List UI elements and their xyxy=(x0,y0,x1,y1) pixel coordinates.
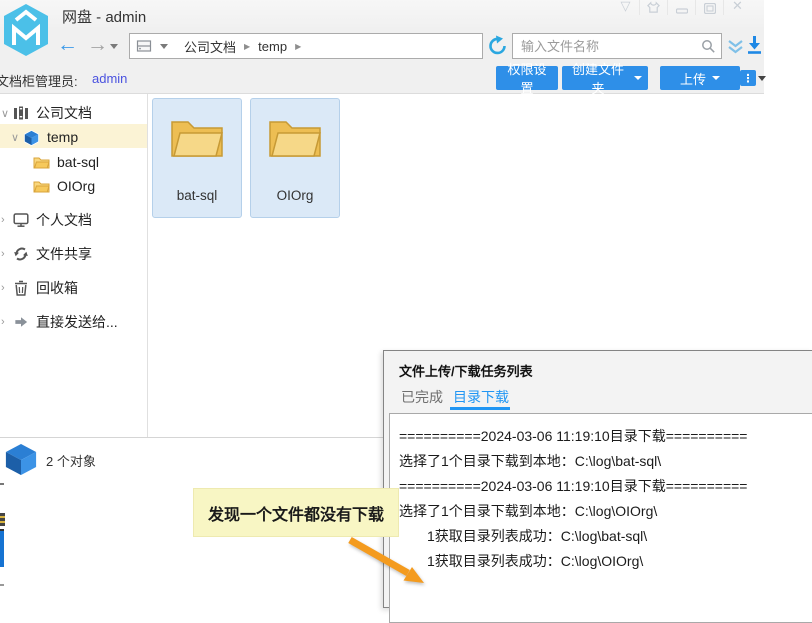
sidebar-item-file-share[interactable]: › 文件共享 xyxy=(1,244,92,264)
breadcrumb-item-root[interactable]: 公司文档 xyxy=(184,37,236,56)
tree-label: 回收箱 xyxy=(36,278,78,298)
tree-label: temp xyxy=(47,129,78,145)
sidebar-item-bat-sql[interactable]: bat-sql xyxy=(33,152,99,172)
search-icon[interactable] xyxy=(701,39,716,54)
tree-label: OIOrg xyxy=(57,178,95,194)
log-line: 选择了1个目录下载到本地：C:\log\bat-sql\ xyxy=(399,449,808,474)
sidebar-item-personal-docs[interactable]: › 个人文档 xyxy=(1,210,92,230)
tab-directory-download[interactable]: 目录下载 xyxy=(453,387,509,407)
edge-fragment xyxy=(0,483,4,485)
object-count-label: 2 个对象 xyxy=(46,451,96,470)
expander-open-icon[interactable]: ∨ xyxy=(11,131,23,144)
annotation-text: 发现一个文件都没有下载 xyxy=(208,501,384,525)
sidebar-divider xyxy=(147,94,148,438)
expand-double-chevron-icon[interactable] xyxy=(727,39,744,54)
tree-label: 公司文档 xyxy=(36,103,92,123)
tab-completed[interactable]: 已完成 xyxy=(401,387,443,407)
file-tile-oiorg[interactable]: OIOrg xyxy=(250,98,340,218)
cube-icon xyxy=(23,129,40,146)
sidebar-item-temp[interactable]: ∨ temp xyxy=(11,127,78,147)
window-title: 网盘 - admin xyxy=(62,6,146,27)
app-logo-icon xyxy=(2,3,50,57)
tree-label: 直接发送给... xyxy=(36,312,118,332)
dropdown-caret-icon xyxy=(712,76,720,80)
edge-fragment xyxy=(0,513,5,526)
folder-icon xyxy=(267,115,323,159)
breadcrumb-separator-icon: ▶ xyxy=(295,42,301,51)
window-controls: ▽ ✕ xyxy=(612,0,751,15)
tree-label: 个人文档 xyxy=(36,210,92,230)
forward-button[interactable]: → xyxy=(87,34,108,55)
more-dots-icon: ⋮ xyxy=(743,72,754,85)
window-dropdown-button[interactable]: ▽ xyxy=(612,0,640,15)
search-box xyxy=(512,33,722,59)
expander-closed-icon[interactable]: › xyxy=(1,282,13,294)
upload-button[interactable]: 上传 xyxy=(660,66,740,90)
location-drive-icon xyxy=(136,38,152,54)
sidebar-item-send-to[interactable]: › 直接发送给... xyxy=(1,312,118,332)
expander-closed-icon[interactable]: › xyxy=(1,248,13,260)
permission-settings-button[interactable]: 权限设置 xyxy=(496,66,558,90)
send-arrow-icon xyxy=(13,314,29,330)
cube-icon xyxy=(3,441,39,477)
download-tasks-icon[interactable] xyxy=(746,35,763,55)
active-tab-underline xyxy=(450,407,510,410)
forward-dropdown-caret-icon[interactable] xyxy=(110,44,118,49)
share-sync-icon xyxy=(13,246,29,262)
maximize-button[interactable] xyxy=(696,0,724,15)
file-tile-label: bat-sql xyxy=(153,188,241,203)
log-line: 选择了1个目录下载到本地：C:\log\OIOrg\ xyxy=(399,499,808,524)
library-icon xyxy=(13,105,29,121)
view-options-caret-icon[interactable] xyxy=(758,76,766,81)
monitor-icon xyxy=(13,212,29,228)
log-line: 1获取目录列表成功：C:\log\bat-sql\ xyxy=(399,524,808,549)
address-bar[interactable]: 公司文档 ▶ temp ▶ xyxy=(129,33,483,59)
log-line: ==========2024-03-06 11:19:10目录下载=======… xyxy=(399,424,808,449)
title-bar: 网盘 - admin ▽ ✕ xyxy=(0,0,764,30)
address-dropdown-caret-icon[interactable] xyxy=(160,44,168,49)
trash-icon xyxy=(13,280,29,296)
sidebar-item-recycle-bin[interactable]: › 回收箱 xyxy=(1,278,78,298)
create-folder-button[interactable]: 创建文件夹 xyxy=(562,66,648,90)
refresh-icon[interactable] xyxy=(487,35,509,57)
dropdown-caret-icon xyxy=(634,76,642,80)
file-tile-label: OIOrg xyxy=(251,188,339,203)
annotation-callout: 发现一个文件都没有下载 xyxy=(193,488,399,537)
folder-icon xyxy=(169,115,225,159)
skin-theme-button[interactable] xyxy=(640,0,668,15)
expander-closed-icon[interactable]: › xyxy=(1,316,13,328)
expander-open-icon[interactable]: ∨ xyxy=(1,107,13,120)
download-log-panel[interactable]: ==========2024-03-06 11:19:10目录下载=======… xyxy=(389,413,812,623)
back-button[interactable]: ← xyxy=(57,34,78,55)
folder-icon xyxy=(33,155,50,169)
cabinet-admin-user-link[interactable]: admin xyxy=(92,71,127,86)
folder-icon xyxy=(33,179,50,193)
cabinet-admin-label: 文档柜管理员: xyxy=(0,71,78,90)
tree-label: 文件共享 xyxy=(36,244,92,264)
close-button[interactable]: ✕ xyxy=(724,0,751,15)
tree-label: bat-sql xyxy=(57,154,99,170)
edge-fragment xyxy=(0,584,4,586)
log-line: 1获取目录列表成功：C:\log\OIOrg\ xyxy=(399,549,808,574)
log-line: ==========2024-03-06 11:19:10目录下载=======… xyxy=(399,474,808,499)
file-tile-bat-sql[interactable]: bat-sql xyxy=(152,98,242,218)
transfer-tasks-dialog: 文件上传/下载任务列表 已完成 目录下载 ==========2024-03-0… xyxy=(383,350,812,608)
sidebar-item-oiorg[interactable]: OIOrg xyxy=(33,176,95,196)
minimize-button[interactable] xyxy=(668,0,696,15)
dialog-title: 文件上传/下载任务列表 xyxy=(399,361,533,380)
breadcrumb-separator-icon: ▶ xyxy=(244,42,250,51)
breadcrumb-item-current[interactable]: temp xyxy=(258,39,287,54)
view-options-button[interactable]: ⋮ xyxy=(740,70,756,86)
expander-closed-icon[interactable]: › xyxy=(1,214,13,226)
edge-fragment xyxy=(0,529,4,567)
sidebar-item-company-docs[interactable]: ∨ 公司文档 xyxy=(1,103,92,123)
search-input[interactable] xyxy=(513,39,701,54)
